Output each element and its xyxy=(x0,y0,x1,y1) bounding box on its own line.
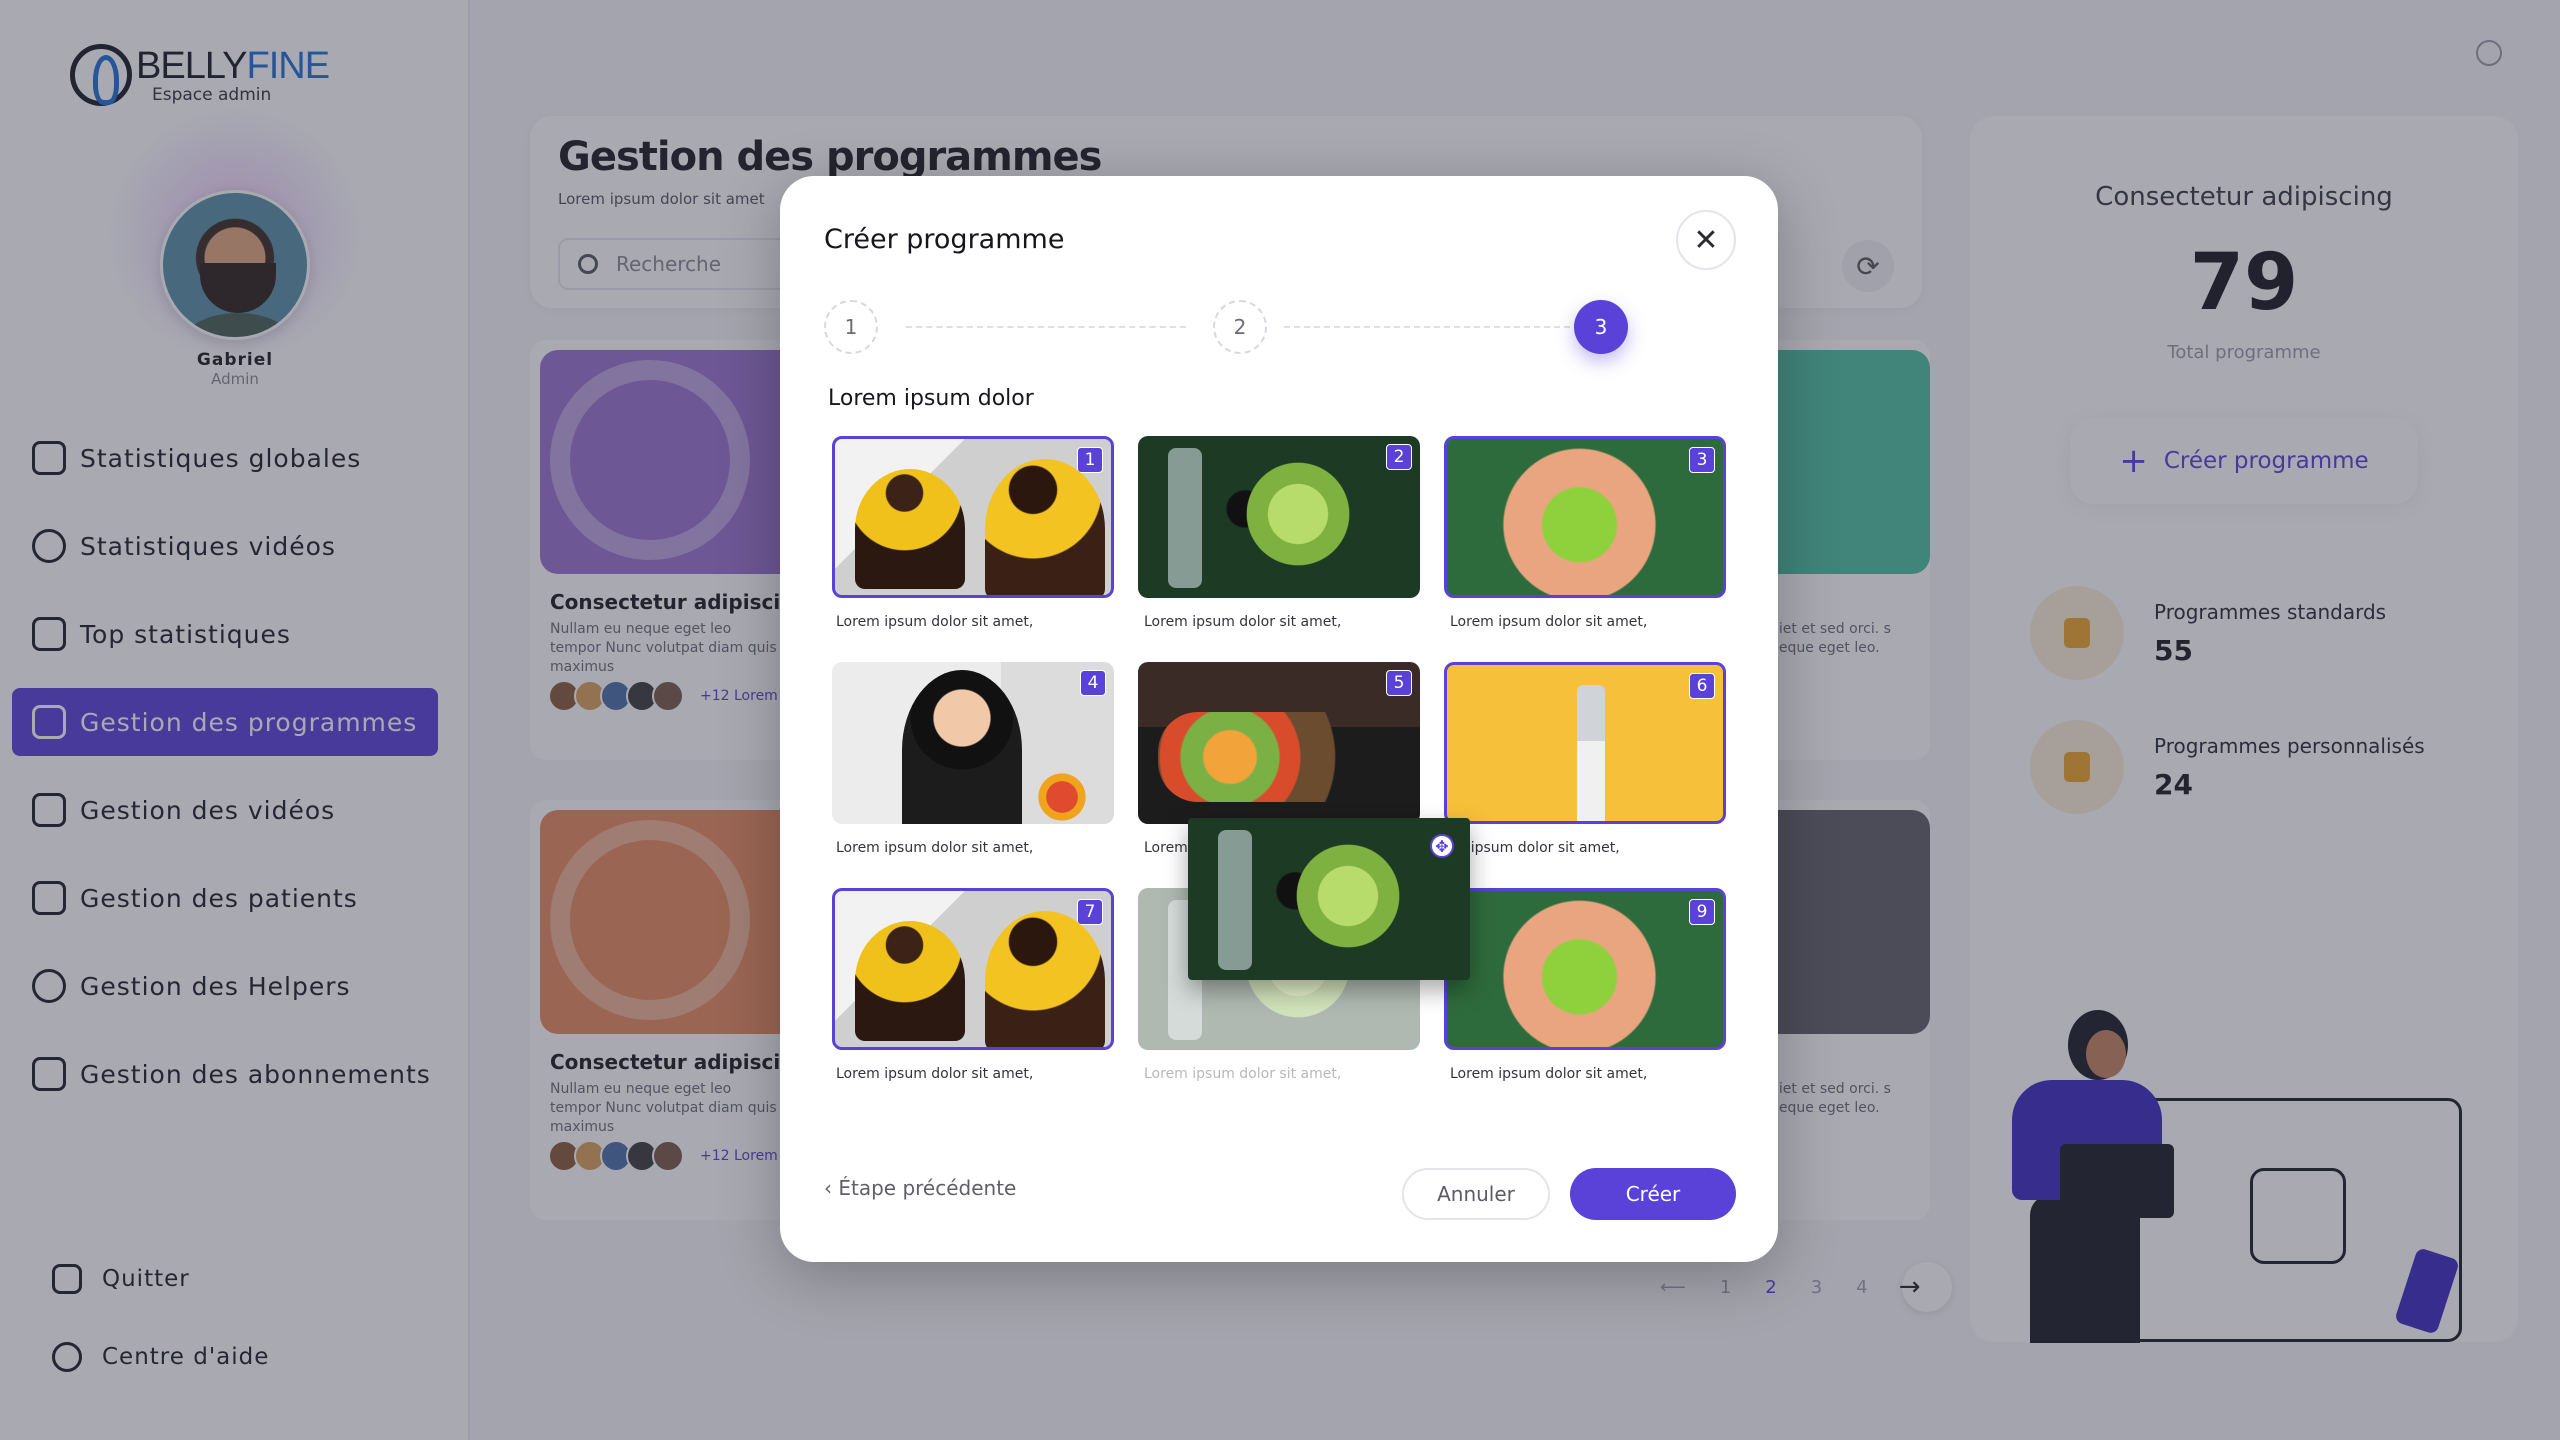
step-3[interactable]: 3 xyxy=(1574,300,1628,354)
tile-caption: Lorem xyxy=(1144,840,1188,856)
tile-caption: Lorem ipsum dolor sit amet, xyxy=(1144,614,1342,630)
step-2[interactable]: 2 xyxy=(1213,300,1267,354)
close-icon: ✕ xyxy=(1693,222,1719,258)
tile-caption: Lorem ipsum dolor sit amet, xyxy=(836,614,1034,630)
tile-caption: Lorem ipsum dolor sit amet, xyxy=(836,1066,1034,1082)
previous-step-label: Étape précédente xyxy=(838,1176,1017,1200)
order-badge: 7 xyxy=(1077,899,1103,925)
tile-caption: Lorem ipsum dolor sit amet, xyxy=(1450,614,1648,630)
order-badge: 5 xyxy=(1386,670,1412,696)
previous-step-link[interactable]: ‹ Étape précédente xyxy=(824,1176,1016,1200)
order-badge: 4 xyxy=(1080,670,1106,696)
image-tile[interactable]: 6 xyxy=(1444,662,1726,824)
image-tile[interactable]: 7 xyxy=(832,888,1114,1050)
image-tile[interactable]: 2 xyxy=(1138,436,1420,598)
image-tile[interactable]: 1 xyxy=(832,436,1114,598)
image-tile[interactable]: 4 xyxy=(832,662,1114,824)
order-badge: 3 xyxy=(1689,447,1715,473)
chevron-left-icon: ‹ xyxy=(824,1176,839,1200)
move-icon[interactable]: ✥ xyxy=(1430,834,1454,858)
image-tile[interactable]: 9 xyxy=(1444,888,1726,1050)
tile-caption: em ipsum dolor sit amet, xyxy=(1444,840,1620,856)
tile-caption: Lorem ipsum dolor sit amet, xyxy=(1144,1066,1342,1082)
image-tile[interactable]: 5 xyxy=(1138,662,1420,824)
order-badge: 6 xyxy=(1689,673,1715,699)
tile-caption: Lorem ipsum dolor sit amet, xyxy=(1450,1066,1648,1082)
order-badge: 9 xyxy=(1689,899,1715,925)
create-button[interactable]: Créer xyxy=(1570,1168,1736,1220)
cancel-button[interactable]: Annuler xyxy=(1402,1168,1550,1220)
step-1[interactable]: 1 xyxy=(824,300,878,354)
order-badge: 2 xyxy=(1386,444,1412,470)
order-badge: 1 xyxy=(1077,447,1103,473)
modal-title: Créer programme xyxy=(824,224,1065,255)
tile-caption: Lorem ipsum dolor sit amet, xyxy=(836,840,1034,856)
image-tile[interactable]: 3 xyxy=(1444,436,1726,598)
section-label: Lorem ipsum dolor xyxy=(828,386,1034,411)
create-program-modal: Créer programme ✕ 1 2 3 Lorem ipsum dolo… xyxy=(780,176,1778,1262)
step-connector xyxy=(906,326,1186,328)
step-connector xyxy=(1284,326,1580,328)
dragging-image-tile[interactable] xyxy=(1188,818,1470,980)
close-button[interactable]: ✕ xyxy=(1676,210,1736,270)
